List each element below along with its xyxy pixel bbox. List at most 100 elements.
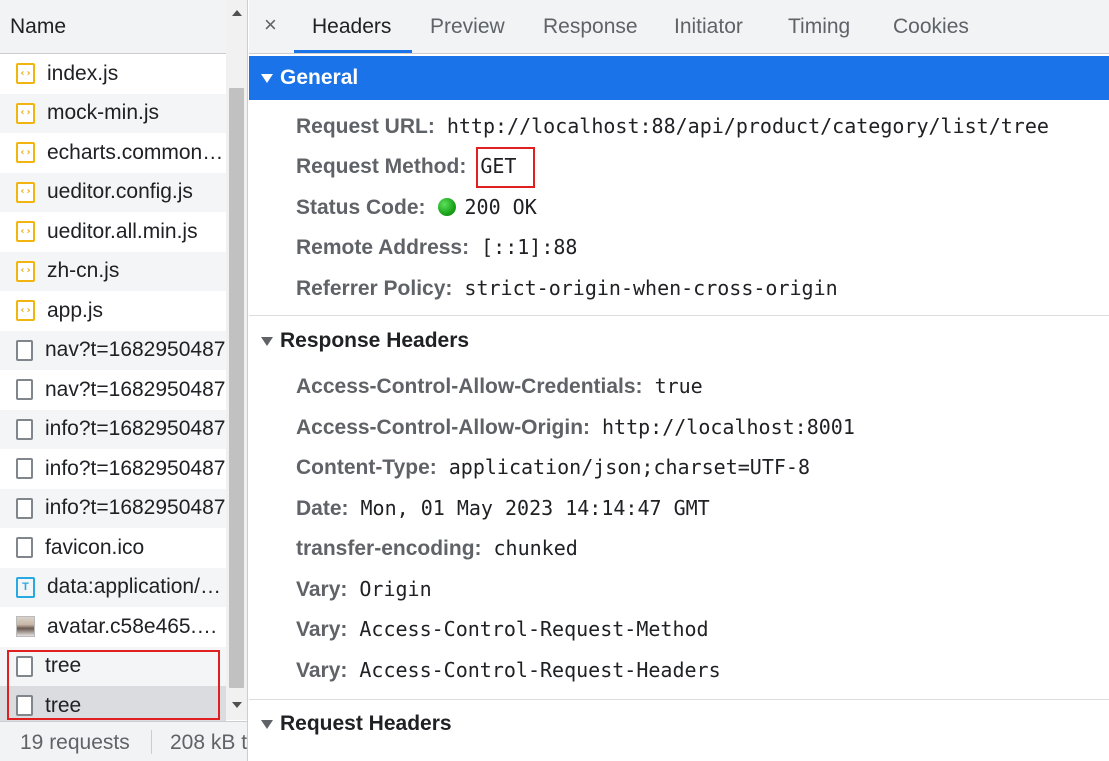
request-row[interactable]: nav?t=1682950487 <box>0 330 226 370</box>
request-details-panel: × Headers Preview Response Initiator Tim… <box>249 0 1109 761</box>
request-name: echarts.common.min.js <box>47 140 226 164</box>
request-row[interactable]: ‹› echarts.common.min.js <box>0 133 226 173</box>
tab-preview[interactable]: Preview <box>430 15 505 39</box>
request-row[interactable]: ‹› index.js <box>0 54 226 94</box>
request-list-scrollbar[interactable] <box>226 0 247 720</box>
name-column-header[interactable]: Name <box>0 0 247 54</box>
header-key: Remote Address: <box>296 236 470 259</box>
js-file-icon: ‹› <box>16 221 35 243</box>
transferred-size: 208 kB transferred <box>170 731 247 754</box>
response-header-row: Vary: Access-Control-Request-Headers <box>296 658 721 683</box>
header-key: Status Code: <box>296 196 426 219</box>
tab-timing[interactable]: Timing <box>788 15 850 39</box>
request-name: zh-cn.js <box>47 259 120 283</box>
request-headers-section-header[interactable]: Request Headers <box>249 702 1109 746</box>
request-row-selected[interactable]: tree <box>0 686 226 726</box>
request-row[interactable]: ‹› app.js <box>0 291 226 331</box>
request-row[interactable]: info?t=1682950487 <box>0 488 226 528</box>
request-name: nav?t=1682950487 <box>45 338 226 362</box>
general-section-header[interactable]: General <box>249 56 1109 100</box>
request-row[interactable]: ‹› mock-min.js <box>0 93 226 133</box>
scroll-down-arrow-icon[interactable] <box>232 702 242 708</box>
general-row: Status Code: 200 OK <box>296 195 537 220</box>
header-value: 200 OK <box>464 195 537 219</box>
header-value: strict-origin-when-cross-origin <box>464 276 838 300</box>
header-value: Access-Control-Request-Method <box>359 617 709 641</box>
header-key: Access-Control-Allow-Origin: <box>296 416 591 439</box>
close-icon[interactable]: × <box>264 12 277 38</box>
request-name: mock-min.js <box>47 101 160 125</box>
response-header-row: Vary: Origin <box>296 577 432 602</box>
response-headers-section-header[interactable]: Response Headers <box>249 319 1109 363</box>
header-key: Request URL: <box>296 115 435 138</box>
header-value: Origin <box>359 577 432 601</box>
expand-triangle-icon <box>261 73 273 83</box>
header-key: Vary: <box>296 578 348 601</box>
header-value: true <box>654 374 703 398</box>
request-name: favicon.ico <box>45 535 145 559</box>
request-row[interactable]: ‹› zh-cn.js <box>0 251 226 291</box>
request-name: index.js <box>47 61 119 85</box>
js-file-icon: ‹› <box>16 63 35 85</box>
header-key: transfer-encoding: <box>296 537 482 560</box>
request-name: app.js <box>47 298 104 322</box>
header-value: http://localhost:88/api/product/category… <box>446 114 1049 138</box>
request-row[interactable]: info?t=1682950487 <box>0 449 226 489</box>
request-row[interactable]: favicon.ico <box>0 528 226 568</box>
document-icon <box>16 695 33 717</box>
request-count: 19 requests <box>20 731 130 754</box>
request-name: tree <box>45 693 82 717</box>
header-value: http://localhost:8001 <box>602 415 855 439</box>
general-row: Request Method: GET <box>296 154 516 179</box>
response-header-row: transfer-encoding: chunked <box>296 536 578 561</box>
request-name: info?t=1682950487 <box>45 417 226 441</box>
section-title: Request Headers <box>280 712 452 735</box>
request-row[interactable]: T data:application/font-woff <box>0 567 226 607</box>
document-icon <box>16 497 33 519</box>
js-file-icon: ‹› <box>16 181 35 203</box>
scroll-up-arrow-icon[interactable] <box>232 10 242 16</box>
request-row[interactable]: info?t=1682950487 <box>0 409 226 449</box>
request-name: info?t=1682950487 <box>45 496 226 520</box>
header-value: [::1]:88 <box>481 235 578 259</box>
header-key: Request Method: <box>296 155 467 178</box>
response-header-row: Content-Type: application/json;charset=U… <box>296 455 810 480</box>
request-row[interactable]: ‹› ueditor.config.js <box>0 172 226 212</box>
tab-headers[interactable]: Headers <box>312 15 391 39</box>
document-icon <box>16 458 33 480</box>
section-title: General <box>280 66 359 89</box>
tab-initiator[interactable]: Initiator <box>674 15 743 39</box>
header-value: GET <box>480 154 517 178</box>
status-ok-dot-icon <box>437 198 456 216</box>
header-key: Access-Control-Allow-Credentials: <box>296 375 643 398</box>
request-row[interactable]: nav?t=1682950487 <box>0 370 226 410</box>
expand-triangle-icon <box>261 336 273 346</box>
font-file-icon: T <box>16 576 35 598</box>
header-key: Vary: <box>296 659 348 682</box>
request-name: nav?t=1682950487 <box>45 377 226 401</box>
request-row[interactable]: ‹› ueditor.all.min.js <box>0 212 226 252</box>
js-file-icon: ‹› <box>16 142 35 164</box>
tab-response[interactable]: Response <box>543 15 638 39</box>
request-list-panel: Name ‹› index.js ‹› mock-min.js ‹› echar… <box>0 0 248 761</box>
general-row: Referrer Policy: strict-origin-when-cros… <box>296 276 838 301</box>
header-value: chunked <box>493 536 578 560</box>
request-row[interactable]: avatar.c58e465.png <box>0 607 226 647</box>
scrollbar-thumb[interactable] <box>229 88 244 688</box>
header-key: Date: <box>296 497 349 520</box>
response-header-row: Access-Control-Allow-Origin: http://loca… <box>296 415 855 440</box>
response-header-row: Access-Control-Allow-Credentials: true <box>296 374 703 399</box>
header-value: Mon, 01 May 2023 14:14:47 GMT <box>360 496 710 520</box>
section-divider <box>249 315 1109 316</box>
image-thumbnail-icon <box>16 616 35 638</box>
js-file-icon: ‹› <box>16 260 35 282</box>
js-file-icon: ‹› <box>16 102 35 124</box>
details-tab-bar: × Headers Preview Response Initiator Tim… <box>249 0 1109 54</box>
request-name: tree <box>45 654 82 678</box>
tab-cookies[interactable]: Cookies <box>893 15 969 39</box>
section-title: Response Headers <box>280 329 470 352</box>
request-row[interactable]: tree <box>0 646 226 686</box>
document-icon <box>16 418 33 440</box>
document-icon <box>16 655 33 677</box>
header-key: Content-Type: <box>296 456 437 479</box>
